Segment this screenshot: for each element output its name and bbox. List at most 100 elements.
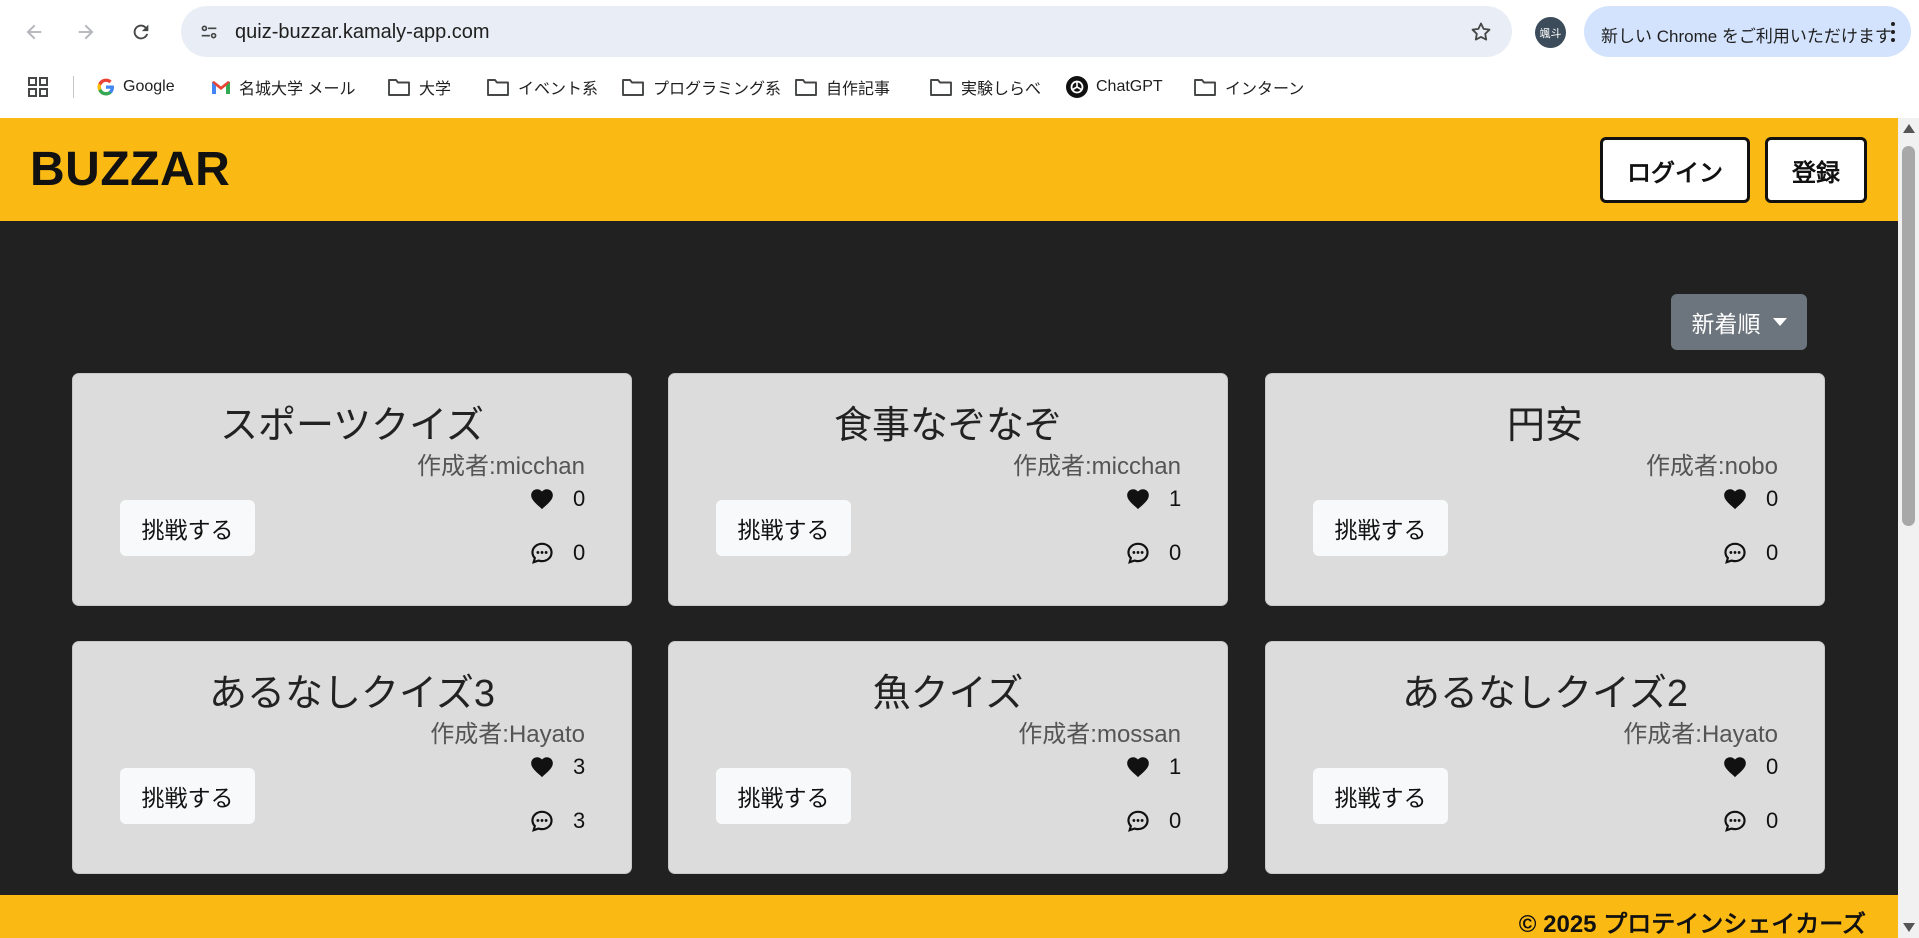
- heart-icon: [1724, 489, 1746, 510]
- like-count[interactable]: 0: [529, 486, 585, 512]
- scrollbar-thumb[interactable]: [1902, 146, 1915, 526]
- comment-icon: [1127, 810, 1149, 832]
- comment-count-value: 0: [1766, 540, 1779, 565]
- quiz-author: 作成者:micchan: [1012, 453, 1181, 480]
- bookmark-label: プログラミング系: [653, 81, 782, 98]
- google-icon: [97, 78, 114, 96]
- quiz-title: あるなしクイズ3: [209, 673, 495, 715]
- reload-button[interactable]: [123, 14, 159, 50]
- like-count[interactable]: 0: [1722, 754, 1778, 780]
- scroll-up-arrow-icon[interactable]: [1903, 124, 1915, 133]
- quiz-author: 作成者:micchan: [416, 453, 585, 480]
- like-count-value: 3: [573, 754, 586, 779]
- bookmark-event[interactable]: イベント系: [486, 72, 598, 102]
- arrow-right-icon: [78, 24, 94, 40]
- bookmark-star-icon[interactable]: [1464, 15, 1498, 49]
- bookmark-meijo-mail[interactable]: 名城大学 メール: [211, 72, 355, 102]
- comment-count[interactable]: 0: [529, 540, 585, 566]
- comment-count[interactable]: 0: [1125, 808, 1181, 834]
- more-menu-icon[interactable]: [1889, 19, 1897, 45]
- profile-avatar[interactable]: 颯斗: [1535, 17, 1566, 48]
- folder-icon: [622, 79, 644, 96]
- back-button[interactable]: [16, 14, 52, 50]
- login-button[interactable]: ログイン: [1600, 137, 1750, 203]
- bookmarks-bar: Google 名城大学 メール 大学 イベント系 プログラミング系 自作記事 実…: [0, 68, 1919, 106]
- quiz-author: 作成者:nobo: [1645, 453, 1778, 480]
- bookmark-daigaku[interactable]: 大学: [387, 72, 451, 102]
- forward-button[interactable]: [68, 14, 104, 50]
- like-count[interactable]: 3: [529, 754, 585, 780]
- quiz-title: スポーツクイズ: [219, 405, 485, 447]
- quiz-card: 魚クイズ 作成者:mossan 挑戦する 1 0: [668, 641, 1228, 874]
- heart-icon: [531, 489, 553, 510]
- like-count-value: 0: [1766, 754, 1779, 779]
- chrome-update-button[interactable]: 新しい Chrome をご利用いただけます: [1584, 6, 1911, 57]
- quiz-card: 食事なぞなぞ 作成者:micchan 挑戦する 1 0: [668, 373, 1228, 606]
- folder-icon: [1194, 79, 1216, 96]
- bookmark-chatgpt[interactable]: ChatGPT: [1066, 72, 1163, 102]
- heart-icon: [1127, 489, 1149, 510]
- comment-count[interactable]: 0: [1125, 540, 1181, 566]
- quiz-title: 魚クイズ: [872, 673, 1024, 715]
- bookmarks-divider: [73, 76, 74, 98]
- bookmark-intern[interactable]: インターン: [1193, 72, 1304, 102]
- bookmark-label: インターン: [1225, 81, 1305, 98]
- site-header: BUZZAR ログイン 登録: [0, 118, 1898, 221]
- site-logo[interactable]: BUZZAR: [30, 142, 230, 197]
- try-quiz-button[interactable]: 挑戦する: [120, 500, 255, 556]
- heart-icon: [1724, 757, 1746, 778]
- bookmark-label: 自作記事: [826, 81, 891, 98]
- copyright-text: © 2025 プロテインシェイカーズ: [1518, 911, 1866, 938]
- url-text[interactable]: quiz-buzzar.kamaly-app.com: [235, 21, 490, 44]
- page-scrollbar[interactable]: [1898, 118, 1919, 938]
- comment-icon: [531, 542, 553, 564]
- quiz-card: あるなしクイズ2 作成者:Hayato 挑戦する 0 0: [1265, 641, 1825, 874]
- bookmark-label: 実験しらべ: [961, 81, 1042, 98]
- comment-icon: [1127, 542, 1149, 564]
- chatgpt-icon: [1066, 76, 1088, 98]
- scroll-down-arrow-icon[interactable]: [1903, 923, 1915, 932]
- apps-grid-icon[interactable]: [27, 76, 49, 103]
- register-button[interactable]: 登録: [1765, 137, 1867, 203]
- like-count-value: 0: [573, 486, 586, 511]
- comment-count-value: 0: [1169, 808, 1182, 833]
- arrow-left-icon: [26, 24, 42, 40]
- like-count-value: 0: [1766, 486, 1779, 511]
- folder-icon: [795, 79, 817, 96]
- try-quiz-button[interactable]: 挑戦する: [716, 500, 851, 556]
- quiz-card: 円安 作成者:nobo 挑戦する 0 0: [1265, 373, 1825, 606]
- like-count[interactable]: 0: [1722, 486, 1778, 512]
- comment-count-value: 0: [1766, 808, 1779, 833]
- try-quiz-button[interactable]: 挑戦する: [1313, 500, 1448, 556]
- comment-icon: [531, 810, 553, 832]
- bookmark-label: 大学: [419, 81, 452, 98]
- quiz-title: 円安: [1506, 405, 1583, 447]
- quiz-author: 作成者:mossan: [1018, 721, 1181, 748]
- heart-icon: [531, 757, 553, 778]
- sort-label: 新着順: [1691, 311, 1761, 337]
- sort-dropdown[interactable]: 新着順: [1671, 294, 1807, 350]
- site-info-icon[interactable]: [191, 14, 227, 50]
- comment-icon: [1724, 810, 1746, 832]
- bookmark-jikken[interactable]: 実験しらべ: [929, 72, 1041, 102]
- comment-count[interactable]: 0: [1722, 808, 1778, 834]
- bookmark-google[interactable]: Google: [97, 72, 175, 102]
- comment-count[interactable]: 0: [1722, 540, 1778, 566]
- folder-icon: [487, 79, 509, 96]
- comment-count[interactable]: 3: [529, 808, 585, 834]
- site-footer: © 2025 プロテインシェイカーズ: [0, 895, 1898, 938]
- like-count[interactable]: 1: [1125, 486, 1181, 512]
- like-count[interactable]: 1: [1125, 754, 1181, 780]
- bookmark-programming[interactable]: プログラミング系: [621, 72, 781, 102]
- bookmark-jisaku[interactable]: 自作記事: [794, 72, 890, 102]
- reload-icon: [133, 24, 149, 40]
- update-label: 新しい Chrome をご利用いただけます: [1601, 27, 1892, 46]
- address-bar[interactable]: quiz-buzzar.kamaly-app.com: [181, 6, 1512, 57]
- folder-icon: [930, 79, 952, 96]
- try-quiz-button[interactable]: 挑戦する: [716, 768, 851, 824]
- try-quiz-button[interactable]: 挑戦する: [1313, 768, 1448, 824]
- comment-count-value: 3: [573, 808, 586, 833]
- try-quiz-button[interactable]: 挑戦する: [120, 768, 255, 824]
- bookmark-label: ChatGPT: [1096, 78, 1163, 95]
- quiz-card: あるなしクイズ3 作成者:Hayato 挑戦する 3 3: [72, 641, 632, 874]
